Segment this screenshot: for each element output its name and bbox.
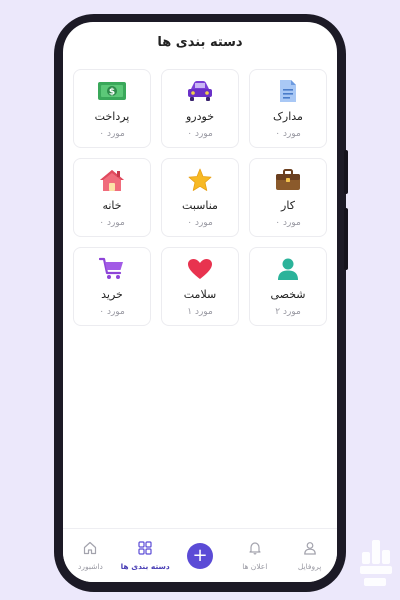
category-name: کار	[281, 199, 295, 212]
nav-dashboard-label: داشبورد	[77, 562, 103, 571]
svg-text:$: $	[109, 88, 115, 98]
nav-profile-label: پروفایل	[297, 562, 322, 571]
category-count: ۰ مورد	[99, 218, 125, 228]
category-grid: $ پرداخت ۰ مورد خودرو ۰ مورد مدارک ۰ مور…	[73, 69, 327, 326]
nav-dashboard[interactable]: داشبورد	[65, 540, 115, 571]
nav-categories-label: دسته بندی ها	[120, 562, 170, 571]
category-count: ۰ مورد	[187, 129, 213, 139]
category-count: ۰ مورد	[275, 218, 301, 228]
car-icon	[186, 80, 214, 102]
category-card-documents[interactable]: مدارک ۰ مورد	[249, 69, 327, 148]
category-count: ۱ مورد	[187, 307, 213, 317]
app-screen: دسته بندی ها $ پرداخت ۰ مورد خودرو ۰ مور…	[63, 22, 337, 582]
category-card-personal[interactable]: شخصی ۲ مورد	[249, 247, 327, 326]
nav-notifications[interactable]: اعلان ها	[230, 540, 280, 571]
category-name: مدارک	[273, 110, 303, 123]
bell-icon	[248, 540, 262, 559]
category-name: شخصی	[270, 288, 306, 301]
money-icon: $	[98, 80, 126, 102]
document-icon	[278, 80, 298, 102]
user-icon	[303, 540, 317, 559]
nav-profile[interactable]: پروفایل	[285, 540, 335, 571]
grid-icon	[138, 540, 152, 559]
store-logo	[358, 536, 394, 596]
category-card-car[interactable]: خودرو ۰ مورد	[161, 69, 239, 148]
category-count: ۰ مورد	[99, 129, 125, 139]
category-card-home[interactable]: خانه ۰ مورد	[73, 158, 151, 237]
phone-power-button	[344, 208, 348, 270]
page-title: دسته بندی ها	[157, 35, 243, 50]
plus-icon: +	[192, 544, 208, 566]
briefcase-icon	[275, 169, 301, 191]
category-name: پرداخت	[94, 110, 130, 123]
nav-categories[interactable]: دسته بندی ها	[120, 540, 170, 571]
category-card-payment[interactable]: $ پرداخت ۰ مورد	[73, 69, 151, 148]
category-card-occasion[interactable]: مناسبت ۰ مورد	[161, 158, 239, 237]
category-card-shopping[interactable]: خرید ۰ مورد	[73, 247, 151, 326]
shopping-cart-icon	[99, 257, 125, 280]
person-icon	[277, 258, 299, 280]
nav-notifications-label: اعلان ها	[242, 562, 268, 571]
bottom-navigation: داشبورد دسته بندی ها + اعلان ها پروفایل	[63, 528, 337, 582]
category-count: ۰ مورد	[99, 307, 125, 317]
phone-volume-button	[344, 150, 348, 194]
nav-add[interactable]: +	[175, 542, 225, 569]
category-card-work[interactable]: کار ۰ مورد	[249, 158, 327, 237]
category-name: سلامت	[183, 288, 217, 301]
star-icon	[188, 168, 212, 191]
category-name: مناسبت	[182, 199, 218, 212]
house-icon	[99, 169, 125, 191]
category-count: ۲ مورد	[275, 307, 301, 317]
category-name: خانه	[102, 199, 122, 212]
category-card-health[interactable]: سلامت ۱ مورد	[161, 247, 239, 326]
category-count: ۰ مورد	[275, 129, 301, 139]
heart-icon	[187, 258, 213, 280]
category-count: ۰ مورد	[187, 218, 213, 228]
home-icon	[83, 540, 97, 559]
category-name: خودرو	[185, 110, 214, 123]
add-button[interactable]: +	[186, 542, 213, 569]
category-name: خرید	[101, 288, 123, 301]
